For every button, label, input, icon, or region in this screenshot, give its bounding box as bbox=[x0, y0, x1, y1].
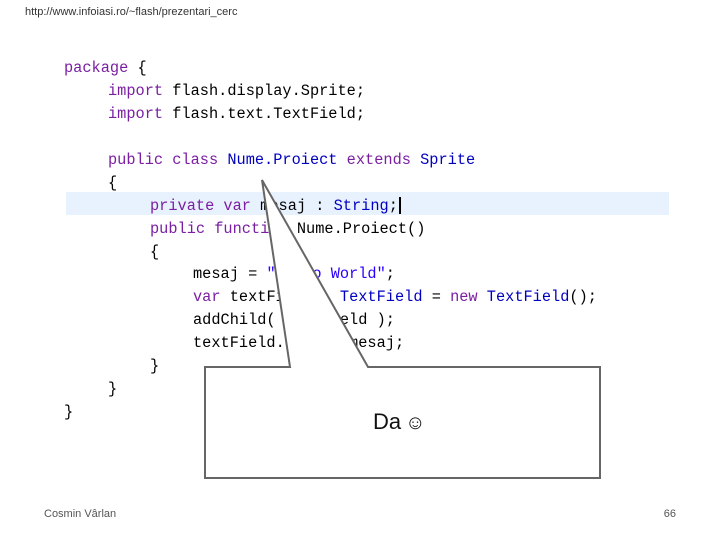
page-number: 66 bbox=[663, 508, 676, 520]
callout-label: Da bbox=[373, 409, 402, 434]
speech-callout bbox=[204, 179, 601, 479]
callout-text: Da ☺ bbox=[373, 409, 426, 435]
smiley-icon: ☺ bbox=[405, 412, 426, 434]
footer-author: Cosmin Vârlan bbox=[44, 508, 117, 520]
